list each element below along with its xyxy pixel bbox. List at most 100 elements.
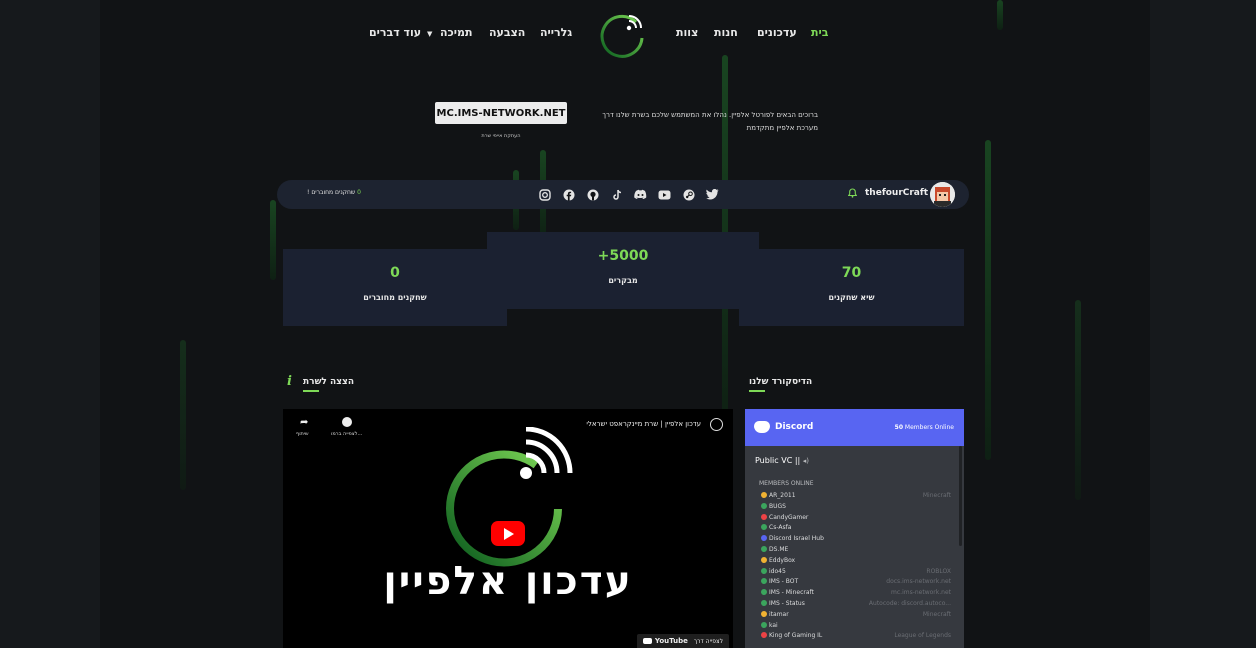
section-title-discord: הדיסקורד שלנו xyxy=(749,377,813,387)
discord-icon[interactable] xyxy=(632,186,649,203)
discord-member-row[interactable]: ido45 ROBLOX xyxy=(761,567,951,579)
status-bar: 0 שחקנים מחוברים ! thefourCraft xyxy=(277,180,969,209)
members-online-number: 50 xyxy=(894,424,903,431)
avatar[interactable] xyxy=(930,182,955,207)
voice-channel[interactable]: Public VC || ◂) xyxy=(755,456,809,465)
server-ip-button[interactable]: MC.IMS-NETWORK.NET xyxy=(435,102,567,124)
steam-icon[interactable] xyxy=(680,186,697,203)
discord-widget: Discord 50 Members Online Public VC || ◂… xyxy=(745,409,964,648)
nav-vote[interactable]: הצבעה xyxy=(489,26,525,39)
member-activity: ROBLOX xyxy=(926,567,951,575)
discord-member-row[interactable]: Discord Israel Hub xyxy=(761,535,951,546)
member-name: King of Gaming IL xyxy=(769,632,823,640)
tiktok-icon[interactable] xyxy=(608,186,625,203)
member-activity: League of Legends xyxy=(894,632,951,640)
member-name: IMS - Minecraft xyxy=(769,589,814,597)
member-activity: Minecraft xyxy=(922,492,951,499)
member-name: CandyGamer xyxy=(769,513,809,521)
share-label[interactable]: שיתוף xyxy=(296,431,309,437)
social-links xyxy=(536,186,721,203)
member-avatar xyxy=(761,502,767,509)
video-title[interactable]: עדכון אלפיין | שרת מיינקראפט ישראלי xyxy=(586,420,701,428)
video-thumbnail-text: עדכון אלפיין xyxy=(383,559,633,604)
member-avatar xyxy=(761,632,767,639)
member-avatar xyxy=(761,524,767,531)
caret-down-icon: ▼ xyxy=(426,30,433,38)
bell-icon[interactable] xyxy=(847,188,858,201)
members-online-label: Members Online xyxy=(904,424,954,431)
online-count-label: שחקנים מחוברים ! xyxy=(307,189,356,196)
discord-member-row[interactable]: IMS - BOT docs.ims-network.net xyxy=(761,578,951,589)
nav-gallery[interactable]: גלרייה xyxy=(540,26,572,39)
section-underline xyxy=(749,390,765,392)
clock-icon[interactable] xyxy=(342,417,352,427)
watch-later-label[interactable]: לצפייה ברמו... xyxy=(331,431,362,437)
stat-online-players: 0 שחקנים מחוברים xyxy=(283,249,507,326)
member-avatar xyxy=(761,621,767,628)
welcome-text: ברוכים הבאים לפורטל אלפיין. נהלו את המשת… xyxy=(602,111,818,132)
section-title-server-showcase: הצצה לשרת xyxy=(303,377,355,387)
channel-icon[interactable] xyxy=(710,418,723,431)
member-name: IMS - BOT xyxy=(769,578,799,586)
nav-staff[interactable]: צוות xyxy=(676,26,698,39)
discord-member-row[interactable]: kai xyxy=(761,621,951,633)
online-players-count: 0 שחקנים מחוברים ! xyxy=(307,189,361,196)
section-underline xyxy=(303,390,319,392)
member-avatar xyxy=(761,567,767,574)
channel-name: Public VC || xyxy=(755,456,801,465)
discord-header: Discord 50 Members Online xyxy=(745,409,964,446)
discord-member-row[interactable]: IMS - Minecraft mc.ims-network.net xyxy=(761,589,951,600)
member-avatar xyxy=(761,492,767,498)
stat-label: שחקנים מחוברים xyxy=(363,293,427,302)
discord-member-row[interactable]: BUGS xyxy=(761,502,951,514)
instagram-icon[interactable] xyxy=(536,186,553,203)
discord-member-row[interactable]: IMS - Status Autocode: discord.autoco... xyxy=(761,599,951,611)
watch-on-youtube[interactable]: YouTube לצפייה דרך xyxy=(637,634,729,648)
member-name: kai xyxy=(769,621,778,629)
online-count-value: 0 xyxy=(357,189,361,196)
discord-member-row[interactable]: CandyGamer xyxy=(761,513,951,525)
youtube-icon xyxy=(643,638,653,644)
facebook-icon[interactable] xyxy=(560,186,577,203)
discord-member-row[interactable]: DS.ME xyxy=(761,545,951,557)
member-name: IMS - Status xyxy=(769,599,805,607)
nav-support[interactable]: תמיכה xyxy=(440,26,473,39)
member-name: AR_2011 xyxy=(769,492,796,499)
member-avatar xyxy=(761,556,767,563)
discord-member-row[interactable]: Cs-Asfa xyxy=(761,524,951,535)
speaker-icon: ◂) xyxy=(802,457,810,465)
github-icon[interactable] xyxy=(584,186,601,203)
members-online-count: 50 Members Online xyxy=(895,424,954,431)
stat-value: 0 xyxy=(390,265,400,281)
member-name: Cs-Asfa xyxy=(769,524,792,532)
nav-home[interactable]: בית xyxy=(811,26,828,39)
nav-updates[interactable]: עדכונים xyxy=(757,26,797,39)
discord-member-row[interactable]: AR_2011 Minecraft xyxy=(761,492,951,503)
logo-icon[interactable] xyxy=(596,8,648,60)
scrollbar[interactable] xyxy=(959,446,962,546)
nav-store[interactable]: חנות xyxy=(714,26,738,39)
member-list: AR_2011 Minecraft BUGS CandyGamer Cs-Asfa Dis… xyxy=(761,492,951,643)
member-name: BUGS xyxy=(769,502,786,510)
stat-value: +5000 xyxy=(597,248,649,264)
discord-member-row[interactable]: itamar Minecraft xyxy=(761,610,951,622)
discord-icon xyxy=(754,421,770,433)
top-nav: בית עדכונים חנות צוות גלרייה הצבעה תמיכה… xyxy=(0,0,1256,70)
video-logo-icon xyxy=(438,426,573,567)
twitter-icon[interactable] xyxy=(704,186,721,203)
nav-more-dropdown[interactable]: עוד דברים ▼ xyxy=(369,26,432,39)
stat-label: שיא שחקנים xyxy=(828,293,875,302)
member-avatar xyxy=(761,610,767,617)
discord-member-row[interactable]: King of Gaming IL League of Legends xyxy=(761,632,951,643)
share-icon[interactable]: ➦ xyxy=(300,417,308,428)
copy-ip-hint: העתקת אייפי שרת xyxy=(481,133,521,139)
member-avatar xyxy=(761,599,767,606)
play-button[interactable] xyxy=(491,521,525,546)
username[interactable]: thefourCraft xyxy=(865,188,928,198)
youtube-icon[interactable] xyxy=(656,186,673,203)
member-name: DS.ME xyxy=(769,545,789,553)
member-activity: Autocode: discord.autoco... xyxy=(868,599,951,607)
discord-member-row[interactable]: EddyBox xyxy=(761,556,951,568)
youtube-video-embed[interactable]: עדכון אלפיין | שרת מיינקראפט ישראלי ➦ שי… xyxy=(283,409,733,648)
member-activity: mc.ims-network.net xyxy=(891,589,951,597)
